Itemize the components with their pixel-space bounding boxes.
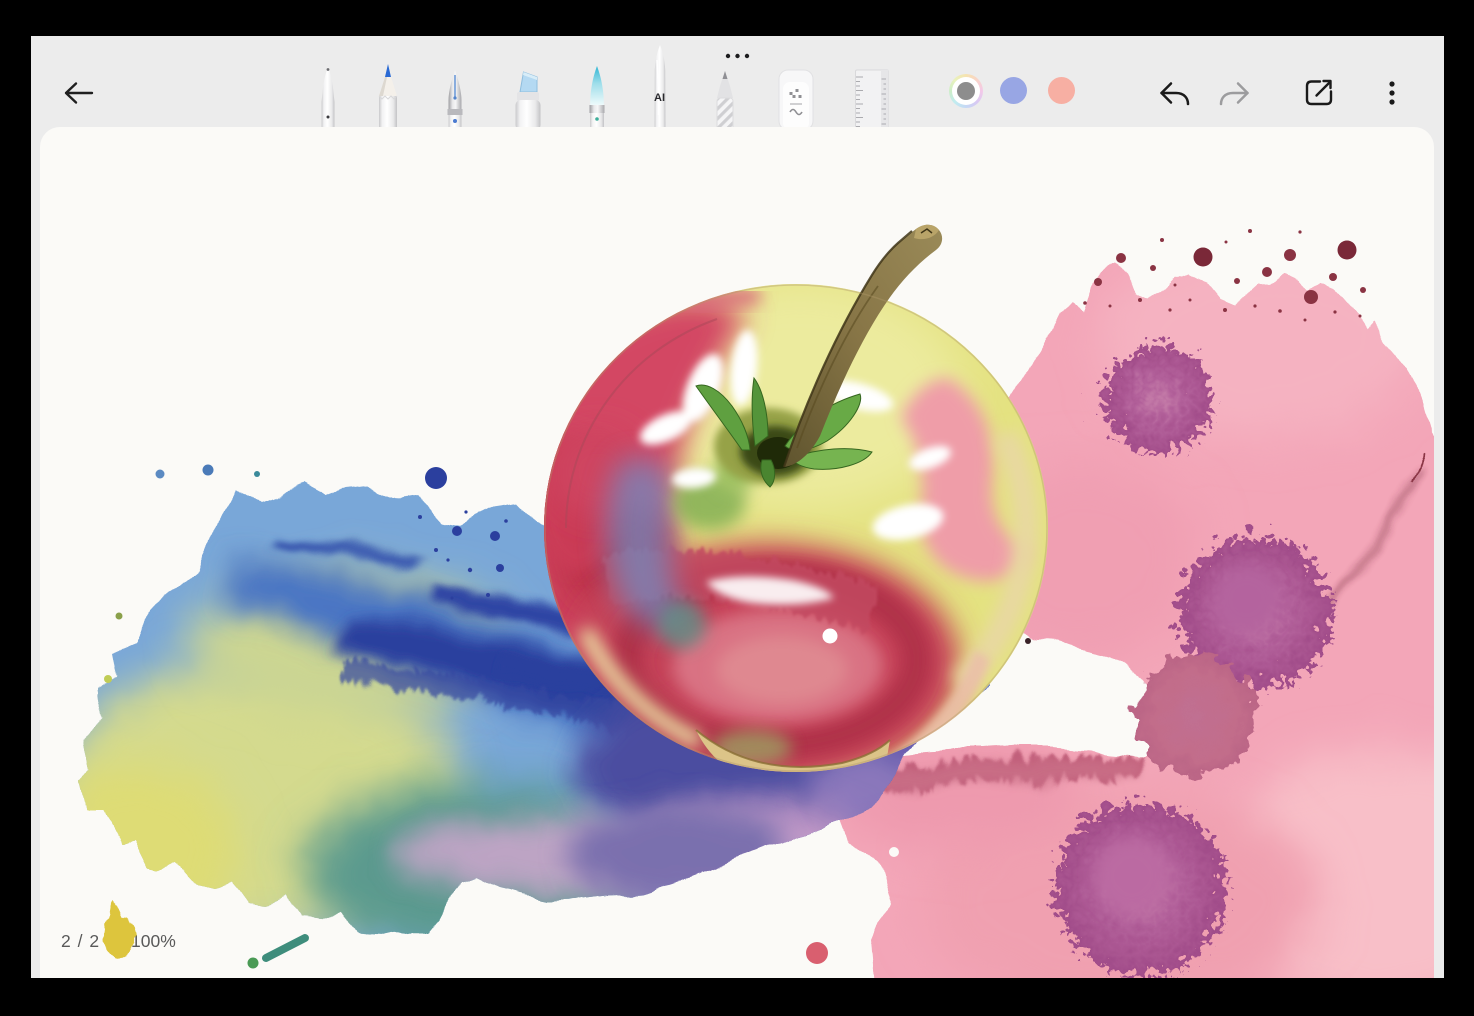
svg-text:2 / 2: 2 / 2 [61, 931, 100, 951]
svg-text:100%: 100% [131, 931, 176, 951]
svg-text:AI: AI [654, 92, 665, 104]
